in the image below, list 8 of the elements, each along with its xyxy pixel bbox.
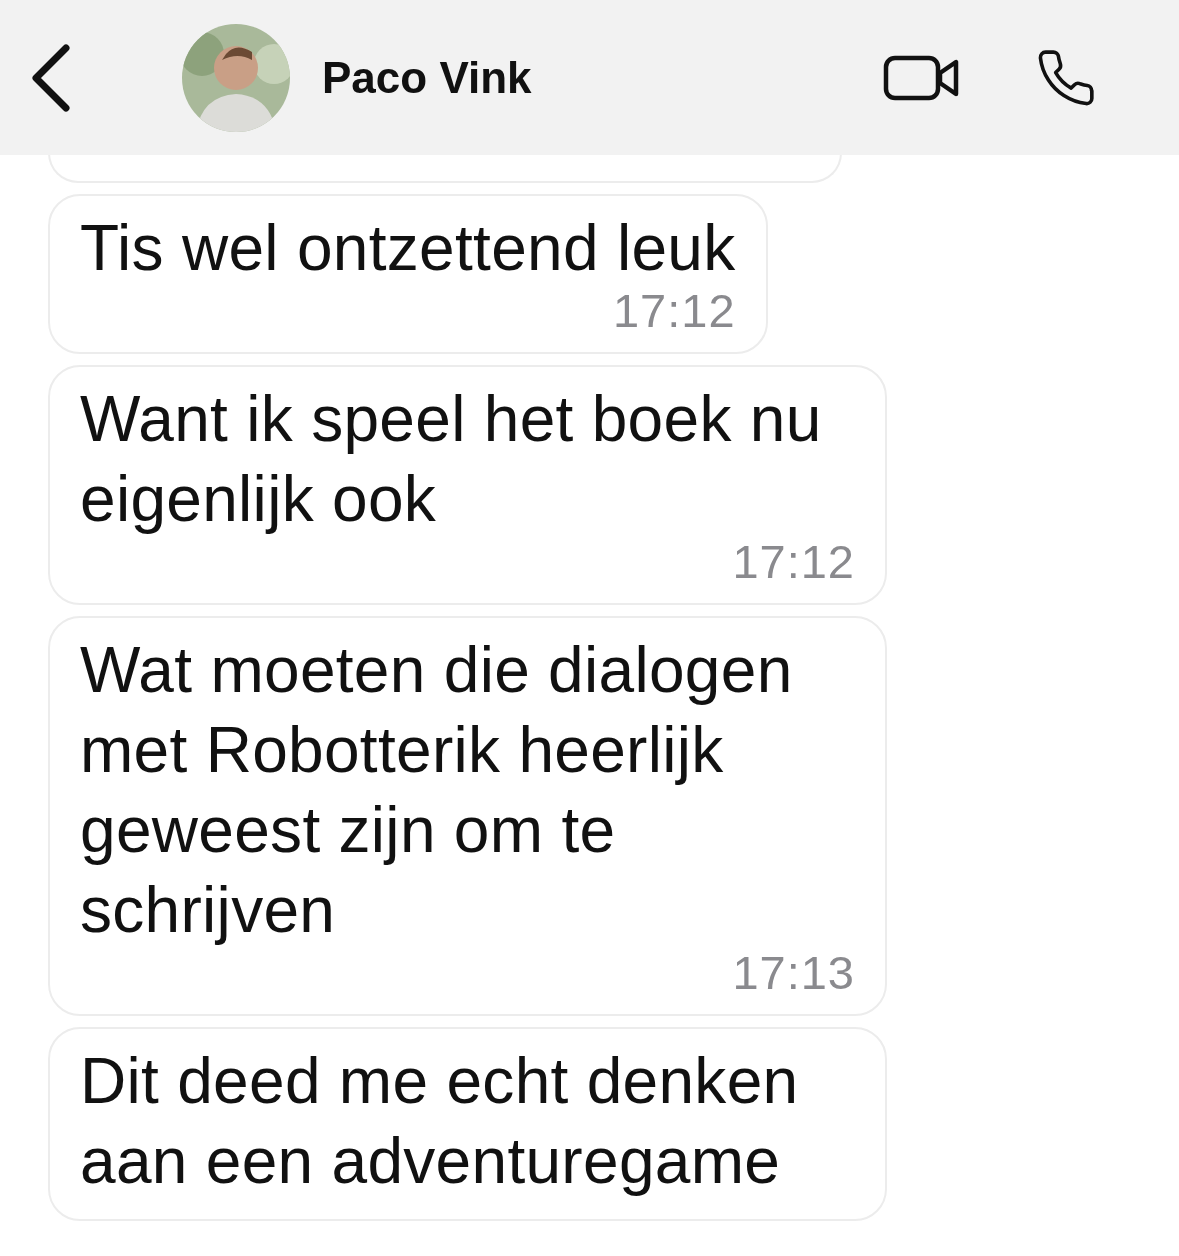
message-time: 17:12 xyxy=(612,288,736,334)
contact-name: Paco Vink xyxy=(322,52,532,103)
message-time: 17:12 xyxy=(732,539,855,585)
message-text: Wat moeten die dialogen met Robotterik heerlijk geweest zijn om te schrijven xyxy=(80,633,794,948)
message-text: Want ik speel het boek nu eigenlijk ook xyxy=(80,382,823,537)
message-time: 17:13 xyxy=(732,950,855,996)
message-text: Dit deed me echt denken aan een adventuregame xyxy=(80,1044,800,1199)
message-text: Tis wel ontzettend leuk xyxy=(80,211,736,286)
